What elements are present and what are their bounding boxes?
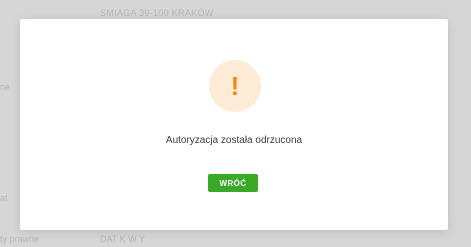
back-button[interactable]: WRÓĆ [208,174,258,192]
authorization-modal: ! Autoryzacja została odrzucona WRÓĆ [20,19,448,230]
warning-icon-circle: ! [209,60,261,112]
background-fragment-text: at [0,193,8,203]
background-fragment-text: DAT K W Y [100,234,146,244]
background-fragment-text: ty prawne [0,234,40,244]
warning-exclamation-icon: ! [230,71,240,101]
background-address-text: SMIAGA 39-100 KRAKÓW [100,8,214,18]
modal-message: Autoryzacja została odrzucona [165,135,303,146]
background-fragment-text: ne [0,82,11,92]
